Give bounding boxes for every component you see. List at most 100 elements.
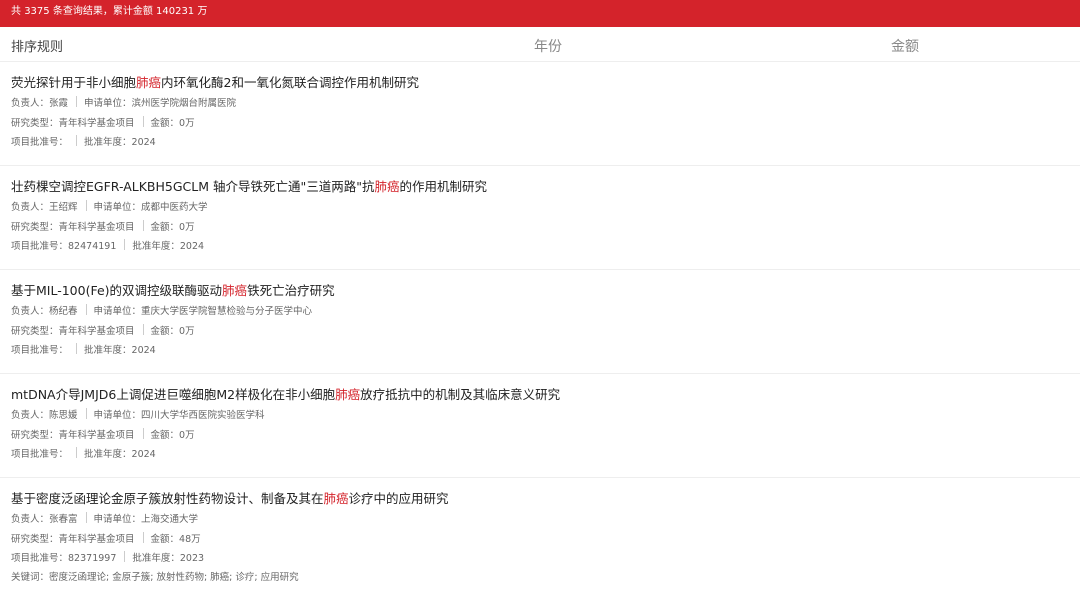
- meta-row-approval: 项目批准号： 批准年度：2024: [11, 447, 1080, 461]
- approval-year-value: 2024: [179, 241, 205, 252]
- title-keyword-highlight: 肺癌: [136, 75, 162, 90]
- amount-label: 金额：: [150, 325, 180, 337]
- sort-rule-label: 排序规则: [11, 40, 64, 55]
- title-keyword-highlight: 肺癌: [323, 491, 349, 506]
- title-text: 基于MIL-100(Fe)的双调控级联酶驱动: [11, 283, 223, 298]
- type-value: 青年科学基金项目: [58, 325, 135, 337]
- unit-value: 成都中医药大学: [141, 202, 208, 213]
- unit-label: 申请单位：: [93, 514, 142, 525]
- result-item: mtDNA介导JMJD6上调促进巨噬细胞M2样极化在非小细胞肺癌放疗抵抗中的机制…: [0, 374, 1080, 478]
- title-text: 基于密度泛函理论金原子簇放射性药物设计、制备及其在: [11, 491, 324, 506]
- approval-year-value: 2024: [131, 345, 156, 356]
- person-label: 负责人：: [11, 202, 50, 213]
- meta-row-keywords: 关键词：密度泛函理论; 金原子簇; 放射性药物; 肺癌; 诊疗; 应用研究: [11, 571, 1080, 583]
- result-title-link[interactable]: 荧光探针用于非小细胞肺癌内环氧化酶2和一氧化氮联合调控作用机制研究: [11, 74, 1080, 91]
- keywords-value: 密度泛函理论; 金原子簇; 放射性药物; 肺癌; 诊疗; 应用研究: [49, 571, 299, 583]
- divider: [124, 239, 126, 250]
- title-keyword-highlight: 肺癌: [222, 283, 248, 298]
- person-value: 张霞: [49, 98, 69, 109]
- result-title-link[interactable]: 壮药棵空调控EGFR-ALKBH5GCLM 轴介导铁死亡通"三道两路"抗肺癌的作…: [11, 178, 1080, 195]
- sort-by-year-button[interactable]: 年份: [534, 36, 562, 56]
- result-count: 3375: [24, 6, 50, 17]
- meta-row-type-amount: 研究类型：青年科学基金项目 金额：48万: [11, 531, 1080, 546]
- result-item: 荧光探针用于非小细胞肺癌内环氧化酶2和一氧化氮联合调控作用机制研究 负责人：张霞…: [0, 62, 1080, 166]
- amount-value: 48万: [179, 533, 201, 545]
- person-value: 杨纪春: [49, 306, 78, 317]
- result-title-link[interactable]: 基于密度泛函理论金原子簇放射性药物设计、制备及其在肺癌诊疗中的应用研究: [11, 490, 1080, 507]
- approval-year-label: 批准年度：: [84, 449, 132, 460]
- approval-year-label: 批准年度：: [84, 137, 132, 148]
- person-label: 负责人：: [11, 98, 50, 109]
- title-text: 铁死亡治疗研究: [247, 283, 335, 298]
- divider: [142, 115, 144, 127]
- unit-label: 申请单位：: [93, 410, 142, 421]
- result-item: 壮药棵空调控EGFR-ALKBH5GCLM 轴介导铁死亡通"三道两路"抗肺癌的作…: [0, 166, 1080, 270]
- approval-year-label: 批准年度：: [132, 553, 180, 564]
- amount-value: 0万: [179, 221, 195, 233]
- divider: [85, 304, 87, 315]
- total-amount: 140231: [156, 6, 195, 17]
- title-text: 荧光探针用于非小细胞: [11, 75, 137, 90]
- approval-no-label: 项目批准号：: [11, 137, 69, 148]
- meta-row-approval: 项目批准号：82474191 批准年度：2024: [11, 239, 1080, 253]
- amount-label: 金额：: [150, 533, 180, 545]
- approval-no-label: 项目批准号：: [11, 241, 69, 252]
- approval-year-value: 2024: [131, 137, 156, 148]
- divider: [142, 323, 144, 335]
- result-item: 基于MIL-100(Fe)的双调控级联酶驱动肺癌铁死亡治疗研究 负责人：杨纪春 申…: [0, 270, 1080, 374]
- person-label: 负责人：: [11, 306, 50, 317]
- approval-year-label: 批准年度：: [84, 345, 132, 356]
- meta-row-type-amount: 研究类型：青年科学基金项目 金额：0万: [11, 115, 1080, 130]
- unit-value: 滨州医学院烟台附属医院: [131, 98, 237, 109]
- amount-label: 金额：: [150, 221, 180, 233]
- divider: [76, 135, 78, 146]
- type-label: 研究类型：: [11, 221, 59, 233]
- title-keyword-highlight: 肺癌: [374, 179, 400, 194]
- meta-row-type-amount: 研究类型：青年科学基金项目 金额：0万: [11, 219, 1080, 234]
- title-keyword-highlight: 肺癌: [335, 387, 361, 402]
- meta-row-approval: 项目批准号：82371997 批准年度：2023: [11, 551, 1080, 565]
- divider: [76, 447, 78, 458]
- title-text: 诊疗中的应用研究: [348, 491, 449, 506]
- meta-row-person-unit: 负责人：杨纪春 申请单位：重庆大学医学院智慧检验与分子医学中心: [11, 304, 1080, 318]
- approval-year-value: 2024: [131, 449, 156, 460]
- unit-label: 申请单位：: [84, 98, 132, 109]
- divider: [142, 219, 144, 231]
- result-title-link[interactable]: mtDNA介导JMJD6上调促进巨噬细胞M2样极化在非小细胞肺癌放疗抵抗中的机制…: [11, 386, 1080, 403]
- sort-by-amount-button[interactable]: 金额: [891, 36, 919, 56]
- divider: [85, 408, 87, 419]
- meta-row-person-unit: 负责人：陈思媛 申请单位：四川大学华西医院实验医学科: [11, 408, 1080, 422]
- approval-no-label: 项目批准号：: [11, 345, 69, 356]
- type-label: 研究类型：: [11, 429, 59, 441]
- divider: [76, 96, 78, 107]
- title-text: 放疗抵抗中的机制及其临床意义研究: [360, 387, 561, 402]
- title-text: 壮药棵空调控EGFR-ALKBH5GCLM 轴介导铁死亡通"三道两路"抗: [11, 179, 375, 194]
- unit-label: 申请单位：: [93, 202, 142, 213]
- title-text: 内环氧化酶2和一氧化氮联合调控作用机制研究: [161, 75, 419, 90]
- summary-suffix: 万: [194, 6, 208, 17]
- sort-bar: 排序规则 年份 金额: [0, 27, 1080, 62]
- title-text: mtDNA介导JMJD6上调促进巨噬细胞M2样极化在非小细胞: [11, 387, 336, 402]
- meta-row-type-amount: 研究类型：青年科学基金项目 金额：0万: [11, 323, 1080, 338]
- divider: [124, 551, 126, 562]
- summary-mid: 条查询结果，累计金额: [49, 6, 156, 17]
- summary-prefix: 共: [11, 6, 25, 17]
- meta-row-person-unit: 负责人：王绍辉 申请单位：成都中医药大学: [11, 200, 1080, 214]
- person-label: 负责人：: [11, 410, 50, 421]
- meta-row-person-unit: 负责人：张春富 申请单位：上海交通大学: [11, 512, 1080, 526]
- meta-row-type-amount: 研究类型：青年科学基金项目 金额：0万: [11, 427, 1080, 442]
- result-summary-bar: 共 3375 条查询结果，累计金额 140231 万: [0, 0, 1080, 27]
- result-list: 荧光探针用于非小细胞肺癌内环氧化酶2和一氧化氮联合调控作用机制研究 负责人：张霞…: [0, 62, 1080, 582]
- person-value: 王绍辉: [49, 202, 78, 213]
- title-text: 的作用机制研究: [399, 179, 487, 194]
- result-title-link[interactable]: 基于MIL-100(Fe)的双调控级联酶驱动肺癌铁死亡治疗研究: [11, 282, 1080, 299]
- divider: [85, 200, 87, 211]
- approval-year-value: 2023: [179, 553, 205, 564]
- type-label: 研究类型：: [11, 533, 59, 545]
- unit-value: 上海交通大学: [141, 514, 199, 525]
- type-value: 青年科学基金项目: [58, 221, 135, 233]
- divider: [85, 512, 87, 523]
- unit-value: 四川大学华西医院实验医学科: [141, 410, 265, 421]
- type-value: 青年科学基金项目: [58, 429, 135, 441]
- person-label: 负责人：: [11, 514, 50, 525]
